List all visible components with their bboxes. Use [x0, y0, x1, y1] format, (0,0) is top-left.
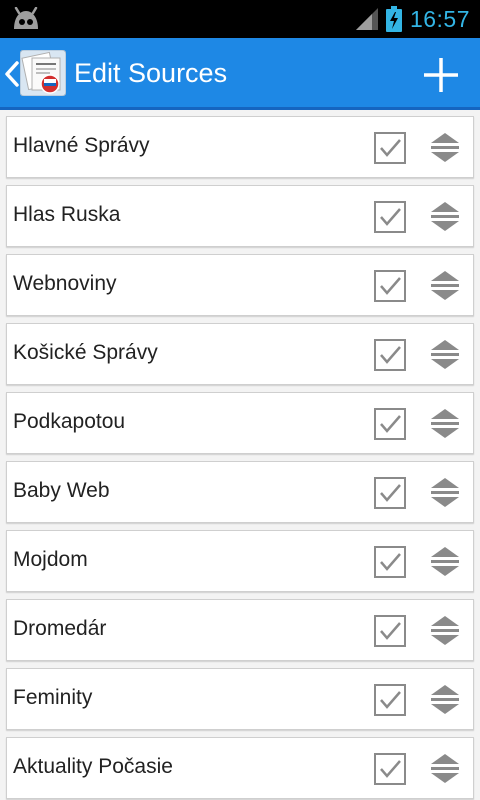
- drag-handle-icon[interactable]: [428, 131, 462, 165]
- drag-handle-icon[interactable]: [428, 407, 462, 441]
- drag-handle-icon[interactable]: [428, 338, 462, 372]
- enabled-checkbox[interactable]: [374, 615, 406, 647]
- screen-title: Edit Sources: [74, 58, 228, 88]
- drag-handle-icon[interactable]: [428, 269, 462, 303]
- status-time: 16:57: [409, 6, 470, 32]
- back-chevron-icon[interactable]: [4, 61, 20, 87]
- android-icon: [14, 7, 38, 29]
- drag-handle-icon[interactable]: [428, 200, 462, 234]
- enabled-checkbox[interactable]: [374, 408, 406, 440]
- source-label: Dromedár: [13, 617, 107, 640]
- battery-charging-icon: [386, 6, 402, 32]
- enabled-checkbox[interactable]: [374, 546, 406, 578]
- source-row[interactable]: Košické Správy: [6, 323, 474, 385]
- source-row[interactable]: Mojdom: [6, 530, 474, 592]
- drag-handle-icon[interactable]: [428, 683, 462, 717]
- add-icon[interactable]: [422, 56, 460, 94]
- enabled-checkbox[interactable]: [374, 477, 406, 509]
- sources-list[interactable]: Hlavné Správy Hlas Ruska Webnoviny Košické …: [0, 113, 480, 800]
- enabled-checkbox[interactable]: [374, 339, 406, 371]
- drag-handle-icon[interactable]: [428, 752, 462, 786]
- drag-handle-icon[interactable]: [428, 545, 462, 579]
- source-label: Košické Správy: [13, 341, 158, 364]
- action-bar: Edit Sources: [0, 38, 480, 110]
- source-label: Mojdom: [13, 548, 88, 571]
- enabled-checkbox[interactable]: [374, 201, 406, 233]
- source-row[interactable]: Hlavné Správy: [6, 116, 474, 178]
- source-row[interactable]: Podkapotou: [6, 392, 474, 454]
- source-row[interactable]: Webnoviny: [6, 254, 474, 316]
- source-label: Aktuality Počasie: [13, 755, 173, 778]
- signal-icon: [356, 8, 378, 30]
- source-row[interactable]: Baby Web: [6, 461, 474, 523]
- drag-handle-icon[interactable]: [428, 476, 462, 510]
- source-label: Baby Web: [13, 479, 110, 502]
- enabled-checkbox[interactable]: [374, 270, 406, 302]
- source-label: Hlavné Správy: [13, 134, 150, 157]
- app-newspaper-icon[interactable]: [20, 50, 66, 96]
- drag-handle-icon[interactable]: [428, 614, 462, 648]
- enabled-checkbox[interactable]: [374, 684, 406, 716]
- source-label: Webnoviny: [13, 272, 117, 295]
- source-label: Hlas Ruska: [13, 203, 121, 226]
- source-row[interactable]: Hlas Ruska: [6, 185, 474, 247]
- status-bar: 16:57: [0, 0, 480, 38]
- enabled-checkbox[interactable]: [374, 753, 406, 785]
- source-row[interactable]: Dromedár: [6, 599, 474, 661]
- source-label: Feminity: [13, 686, 93, 709]
- source-label: Podkapotou: [13, 410, 126, 433]
- source-row[interactable]: Feminity: [6, 668, 474, 730]
- source-row[interactable]: Aktuality Počasie: [6, 737, 474, 799]
- enabled-checkbox[interactable]: [374, 132, 406, 164]
